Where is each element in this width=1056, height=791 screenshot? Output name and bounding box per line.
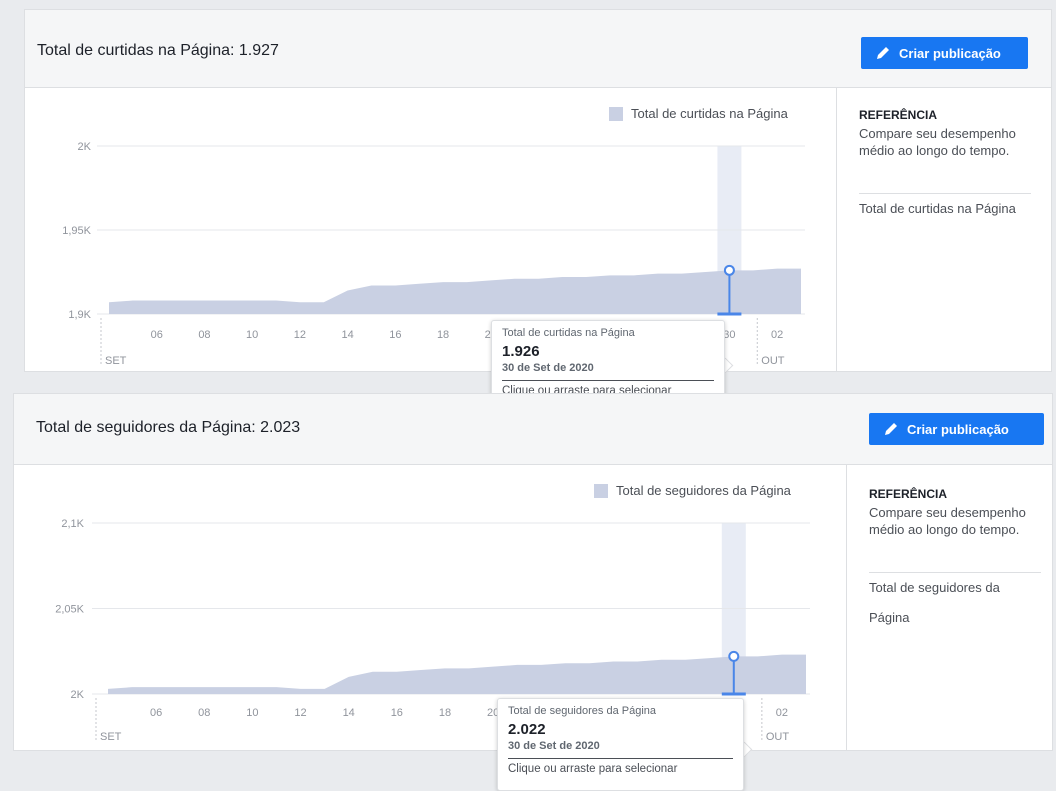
month-label: SET — [105, 355, 127, 367]
tooltip-action: Clique ou arraste para selecionar — [508, 763, 678, 775]
y-tick-label: 1,9K — [68, 309, 91, 321]
chart-area[interactable]: 1,9K1,95K2K0608101214161820222426283002S… — [25, 88, 836, 417]
x-tick-label: 18 — [439, 707, 451, 719]
marker-point — [723, 264, 735, 276]
create-post-label: Criar publicação — [899, 45, 1001, 61]
reference-panel: REFERÊNCIA Compare seu desempenho médio … — [846, 465, 1054, 750]
reference-metric-link[interactable]: Total de seguidores da Página — [869, 573, 1034, 633]
tooltip-date: 30 de Set de 2020 — [502, 362, 594, 374]
area-series — [109, 268, 801, 314]
x-tick-label: 06 — [150, 707, 162, 719]
tooltip-value: 2.022 — [508, 721, 546, 738]
reference-description: Compare seu desempenho médio ao longo do… — [869, 505, 1026, 537]
x-tick-label: 16 — [391, 707, 403, 719]
area-series — [108, 654, 806, 694]
x-tick-label: 06 — [151, 329, 163, 341]
tooltip-label: Total de curtidas na Página — [502, 327, 635, 339]
x-tick-label: 12 — [294, 707, 306, 719]
x-tick-label: 10 — [246, 707, 258, 719]
x-tick-label: 30 — [723, 329, 735, 341]
marker-point — [728, 650, 740, 662]
x-tick-label: 12 — [294, 329, 306, 341]
tooltip-date: 30 de Set de 2020 — [508, 740, 600, 752]
legend-swatch — [609, 107, 623, 121]
y-tick-label: 1,95K — [62, 225, 91, 237]
y-tick-label: 2,1K — [61, 518, 84, 530]
create-post-button[interactable]: Criar publicação — [869, 413, 1044, 445]
month-label: OUT — [766, 731, 790, 743]
y-tick-label: 2,05K — [55, 604, 84, 616]
reference-panel: REFERÊNCIA Compare seu desempenho médio … — [836, 88, 1053, 371]
x-tick-label: 14 — [341, 329, 353, 341]
reference-title: REFERÊNCIA — [869, 487, 948, 501]
reference-metric-link[interactable]: Total de curtidas na Página — [859, 194, 1024, 224]
tooltip-divider — [508, 758, 733, 759]
card-title: Total de curtidas na Página: 1.927 — [37, 42, 279, 59]
x-tick-label: 18 — [437, 329, 449, 341]
create-post-button[interactable]: Criar publicação — [861, 37, 1028, 69]
legend-label: Total de seguidores da Página — [616, 483, 792, 498]
card-header: Total de seguidores da Página: 2.023 Cri… — [14, 394, 1052, 465]
month-label: OUT — [761, 355, 785, 367]
likes-card: Total de curtidas na Página: 1.927 Criar… — [24, 9, 1053, 417]
tooltip-divider — [502, 380, 714, 381]
x-tick-label: 08 — [198, 329, 210, 341]
followers-card: Total de seguidores da Página: 2.023 Cri… — [13, 393, 1054, 791]
card-title: Total de seguidores da Página: 2.023 — [36, 419, 301, 436]
month-label: SET — [100, 731, 122, 743]
card-header: Total de curtidas na Página: 1.927 Criar… — [25, 10, 1051, 88]
x-tick-label: 10 — [246, 329, 258, 341]
reference-description: Compare seu desempenho médio ao longo do… — [859, 126, 1016, 158]
x-tick-label: 14 — [343, 707, 355, 719]
y-tick-label: 2K — [71, 689, 85, 701]
tooltip-label: Total de seguidores da Página — [508, 705, 656, 717]
chart-tooltip: Total de seguidores da Página 2.022 30 d… — [497, 698, 744, 791]
legend-swatch — [594, 484, 608, 498]
x-tick-label: 16 — [389, 329, 401, 341]
chart-area[interactable]: 2K2,05K2,1K0608101214161820222426283002S… — [14, 465, 846, 791]
y-tick-label: 2K — [78, 141, 92, 153]
x-tick-label: 02 — [771, 329, 783, 341]
pencil-icon — [877, 47, 889, 59]
create-post-label: Criar publicação — [907, 421, 1009, 437]
pencil-icon — [885, 423, 897, 435]
legend-label: Total de curtidas na Página — [631, 106, 789, 121]
reference-title: REFERÊNCIA — [859, 108, 938, 122]
x-tick-label: 02 — [776, 707, 788, 719]
x-tick-label: 08 — [198, 707, 210, 719]
tooltip-value: 1.926 — [502, 343, 540, 360]
